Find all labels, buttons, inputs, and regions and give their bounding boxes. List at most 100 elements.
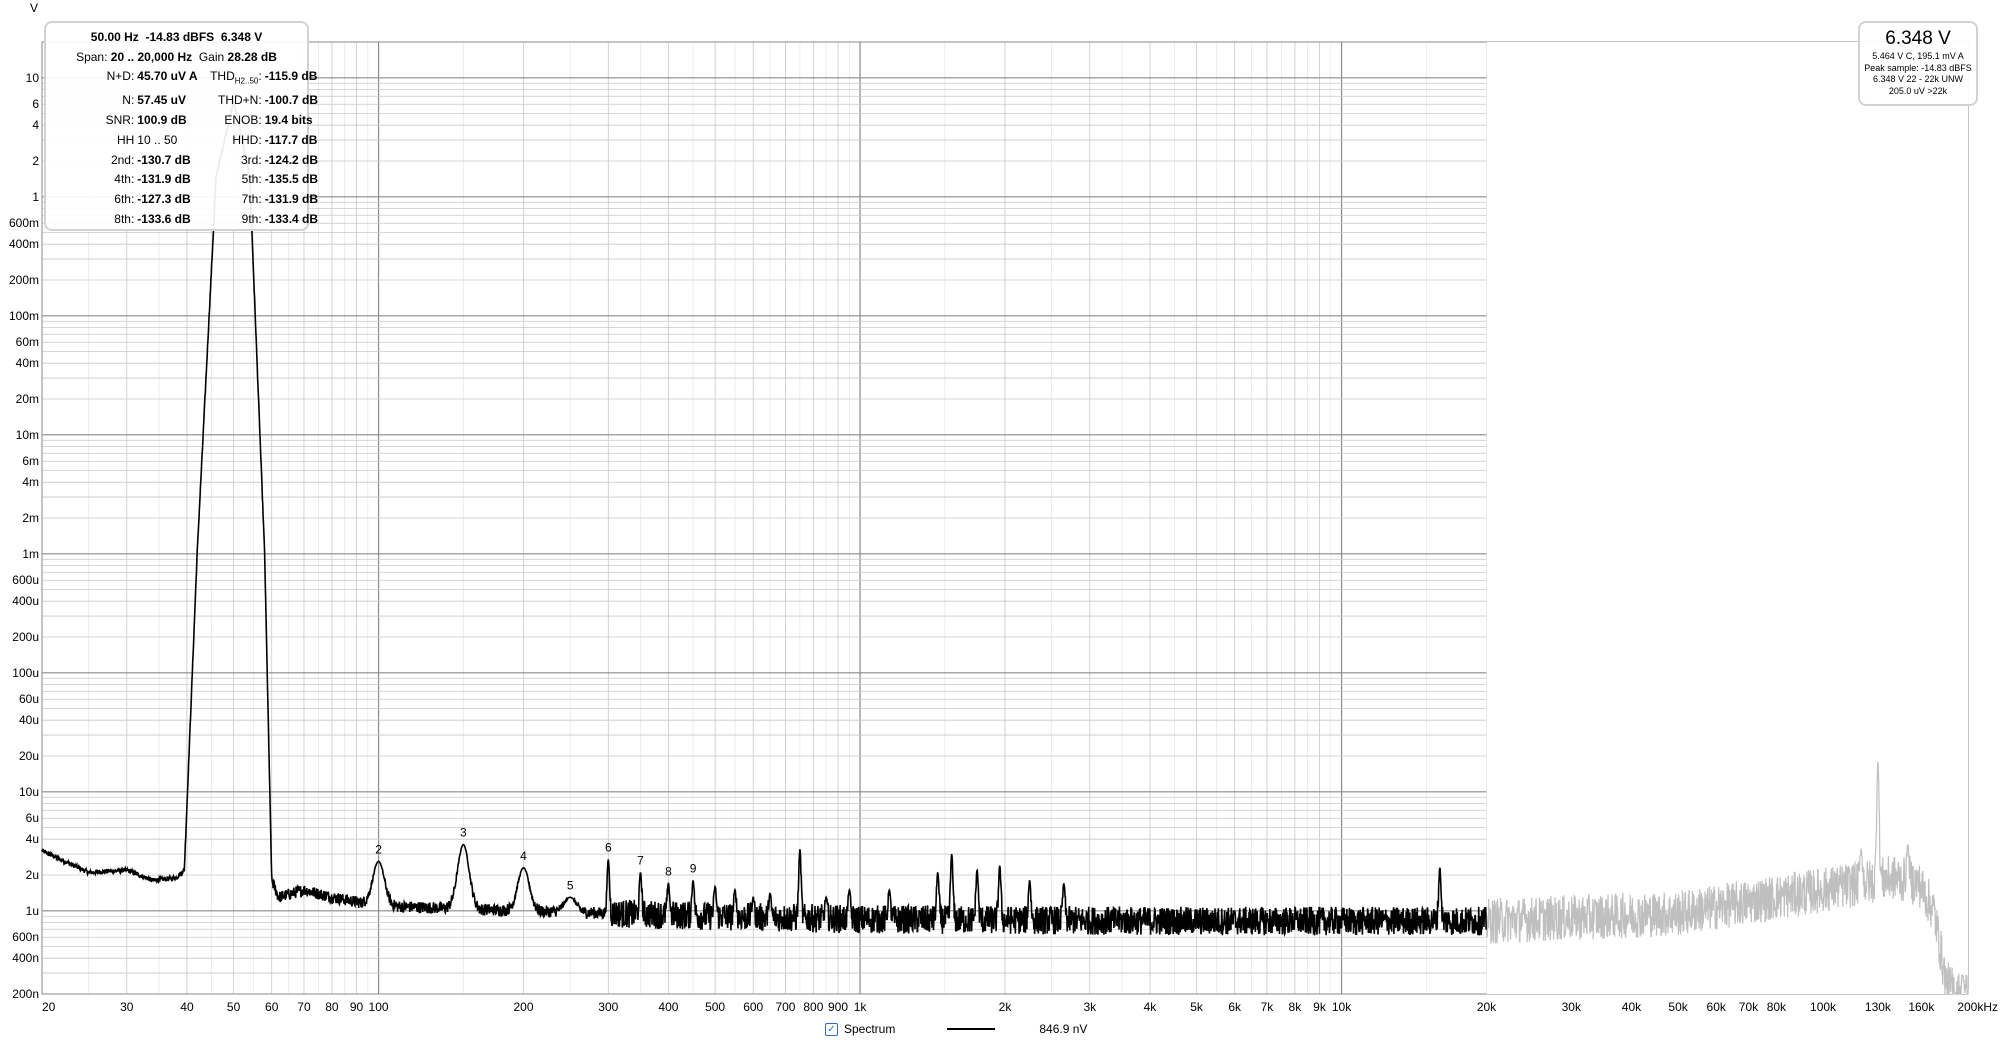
legend-cursor-readout: 846.9 nV xyxy=(1039,1022,1088,1036)
measurement-value: -133.4 dB xyxy=(264,211,319,226)
measurement-panel[interactable]: 50.00 Hz -14.83 dBFS 6.348 V Span: 20 ..… xyxy=(44,21,319,231)
y-tick-label: 60u xyxy=(19,692,39,706)
measurement-label: THD+N: xyxy=(218,93,262,108)
measurement-value: 19.4 bits xyxy=(264,112,313,127)
measurement-row: 4th: -131.9 dB 5th: -135.5 dB xyxy=(54,170,318,190)
measurement-label: HH xyxy=(116,132,135,147)
x-tick-label: 300 xyxy=(598,1000,618,1014)
fundamental-readout: 50.00 Hz -14.83 dBFS 6.348 V xyxy=(54,28,299,48)
measurement-row: N: 57.45 uV THD+N: -100.7 dB xyxy=(54,91,318,111)
x-tick-label: 5k xyxy=(1190,1000,1204,1014)
harmonic-label: 5 xyxy=(567,878,574,892)
y-tick-label: 4m xyxy=(22,475,39,489)
x-tick-label: 100 xyxy=(369,1000,389,1014)
x-tick-label: 50k xyxy=(1668,1000,1688,1014)
measurement-value: 10 .. 50 xyxy=(137,132,178,147)
measurement-label: 5th: xyxy=(241,172,262,187)
harmonic-markers: 2 3 4 5 6 7 8 9 xyxy=(375,826,697,893)
x-tick-label: 30k xyxy=(1562,1000,1582,1014)
harmonic-label: 6 xyxy=(605,840,612,854)
level-main-value: 6.348 V xyxy=(1885,28,1951,49)
measurement-row: 2nd: -130.7 dB 3rd: -124.2 dB xyxy=(54,151,319,171)
fundamental-dbfs: -14.83 dBFS xyxy=(145,30,215,44)
x-tick-label: 100k xyxy=(1810,1000,1837,1014)
y-tick-label: 200m xyxy=(9,273,39,287)
thd-label-colon: : xyxy=(258,69,262,83)
y-tick-label: 1u xyxy=(26,904,39,918)
measurement-value: -131.9 dB xyxy=(264,192,319,207)
x-tick-label: 130k xyxy=(1865,1000,1892,1014)
measurement-label: 2nd: xyxy=(110,152,135,167)
x-tick-label: 80 xyxy=(325,1000,339,1014)
measurement-row: HH 10 .. 50 HHD: -117.7 dB xyxy=(54,131,318,151)
y-tick-label: 10m xyxy=(16,428,39,442)
y-tick-label: 1m xyxy=(22,547,39,561)
harmonic-label: 7 xyxy=(637,853,644,867)
measurement-value: -133.6 dB xyxy=(137,211,191,226)
level-line-2: Peak sample: -14.83 dBFS xyxy=(1864,62,1972,73)
measurement-label: HHD: xyxy=(232,132,262,147)
y-tick-label: 6u xyxy=(26,811,39,825)
harmonic-label: 2 xyxy=(375,842,382,856)
x-tick-label: 50 xyxy=(227,1000,241,1014)
y-axis-unit-label: V xyxy=(30,1,38,15)
y-tick-label: 200n xyxy=(12,987,39,1001)
measurement-label: THDH2..50: xyxy=(199,67,265,91)
x-tick-label: 90 xyxy=(350,1000,364,1014)
measurement-label: ENOB: xyxy=(224,112,262,127)
legend-series-label: Spectrum xyxy=(844,1022,896,1036)
measurement-rows: N+D: 45.70 uV A THDH2..50: -115.9 dB N: 57.45… xyxy=(54,67,319,230)
x-tick-label: 900 xyxy=(828,1000,848,1014)
level-line-1: 5.464 V C, 195.1 mV A xyxy=(1872,51,1964,61)
measurement-value: -117.7 dB xyxy=(264,132,318,147)
y-tick-label: 40u xyxy=(19,713,39,727)
y-tick-label: 6m xyxy=(22,454,39,468)
x-tick-label: 700 xyxy=(775,1000,795,1014)
measurement-value: 57.45 uV xyxy=(137,93,186,108)
x-tick-label: 30 xyxy=(120,1000,134,1014)
y-tick-label: 20m xyxy=(16,392,39,406)
y-tick-label: 4 xyxy=(32,118,39,132)
x-tick-label: 800 xyxy=(803,1000,823,1014)
x-tick-label: 200kHz xyxy=(1957,1000,1998,1014)
y-tick-label: 400m xyxy=(9,237,39,251)
measurement-value: -127.3 dB xyxy=(137,192,191,207)
measurement-label: SNR: xyxy=(105,112,135,127)
y-tick-label: 200u xyxy=(12,630,39,644)
outside-band-shade xyxy=(1486,42,1968,994)
measurement-label: 3rd: xyxy=(241,152,262,167)
spectrum-visibility-checkbox[interactable]: ✓ xyxy=(825,1022,838,1036)
x-tick-label: 1k xyxy=(854,1000,868,1014)
measurement-label: 8th: xyxy=(114,211,135,226)
y-tick-label: 1 xyxy=(32,190,39,204)
x-tick-label: 200 xyxy=(513,1000,533,1014)
y-tick-label: 2m xyxy=(22,511,39,525)
measurement-value: -131.9 dB xyxy=(137,172,191,187)
x-axis-ticks: 20 30 40 50 60 70 80 90 100 200 300 400 500 600 700 800… xyxy=(42,1000,1998,1014)
y-tick-label: 20u xyxy=(19,749,39,763)
x-tick-label: 9k xyxy=(1313,1000,1327,1014)
level-line-3: 6.348 V 22 - 22k UNW xyxy=(1872,74,1964,84)
measurement-value: -124.2 dB xyxy=(264,152,319,167)
x-tick-label: 160k xyxy=(1908,1000,1935,1014)
y-tick-label: 40m xyxy=(16,356,39,370)
x-tick-label: 20 xyxy=(42,1000,56,1014)
y-tick-label: 400u xyxy=(12,594,39,608)
measurement-label: N+D: xyxy=(106,69,135,83)
thd-label: THD xyxy=(210,69,235,83)
measurement-row: 6th: -127.3 dB 7th: -131.9 dB xyxy=(54,190,319,210)
level-meter-panel[interactable]: 6.348 V 5.464 V C, 195.1 mV A Peak sampl… xyxy=(1858,21,1978,106)
harmonic-label: 4 xyxy=(520,849,527,863)
measurement-label: 6th: xyxy=(114,192,135,207)
x-tick-label: 60 xyxy=(265,1000,279,1014)
measurement-label: 4th: xyxy=(114,172,135,187)
thd-range-subscript: H2..50 xyxy=(234,76,259,86)
measurement-value: -130.7 dB xyxy=(137,152,191,167)
x-tick-label: 500 xyxy=(705,1000,725,1014)
x-tick-label: 40k xyxy=(1622,1000,1642,1014)
x-tick-label: 600 xyxy=(743,1000,763,1014)
y-tick-label: 10 xyxy=(26,71,40,85)
measurement-label: N: xyxy=(122,93,135,108)
measurement-row: 8th: -133.6 dB 9th: -133.4 dB xyxy=(54,210,319,230)
x-tick-label: 2k xyxy=(999,1000,1013,1014)
